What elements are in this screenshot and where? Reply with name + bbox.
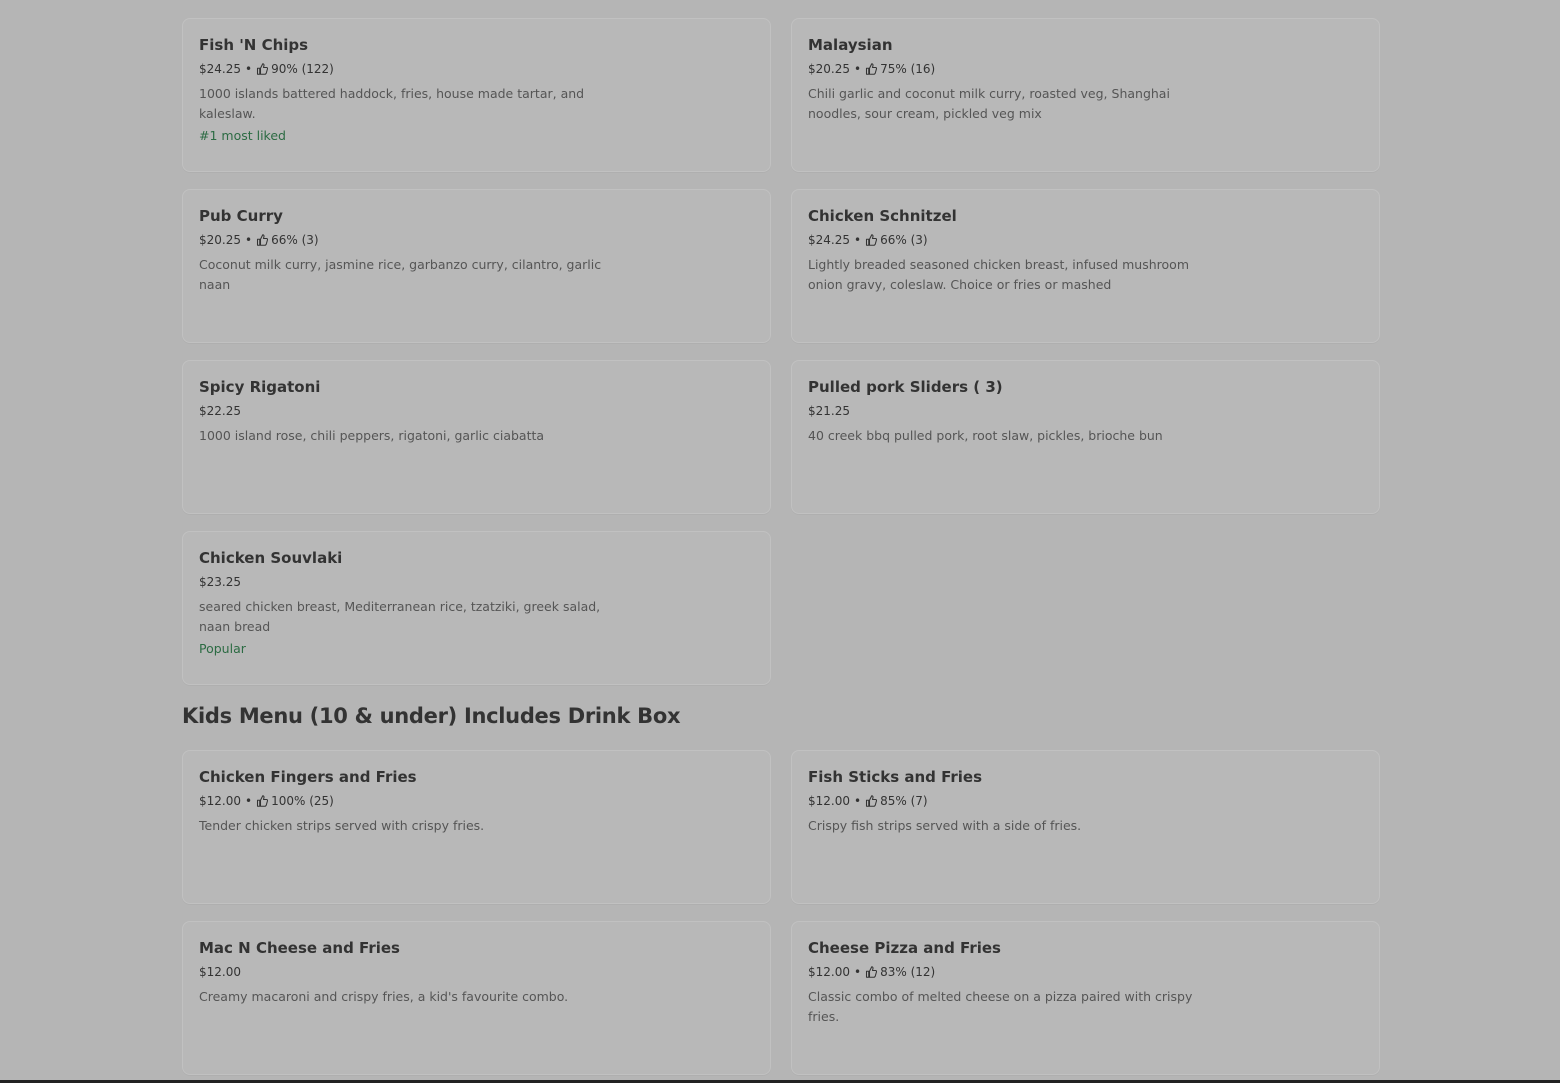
menu-item-meta: $12.00 • 85% (7)	[808, 793, 1363, 809]
menu-item-description: seared chicken breast, Mediterranean ric…	[199, 599, 601, 634]
menu-item-name: Fish Sticks and Fries	[808, 768, 983, 786]
menu-item-name: Pub Curry	[199, 207, 283, 225]
menu-item-price: $21.25	[808, 404, 850, 418]
menu-item-card[interactable]: Mac N Cheese and Fries $12.00 Creamy macar…	[182, 921, 771, 1075]
menu-item-card[interactable]: Pulled pork Sliders ( 3) $21.25 40 creek b…	[791, 360, 1380, 514]
menu-item-description: Chili garlic and coconut milk curry, roa…	[808, 86, 1170, 121]
thumbs-up-icon	[257, 234, 269, 246]
menu-item-price: $24.25	[199, 62, 241, 76]
menu-item-meta: $12.00 • 83% (12)	[808, 964, 1363, 980]
menu-item-price: $24.25	[808, 233, 850, 247]
menu-item-description: Coconut milk curry, jasmine rice, garban…	[199, 257, 602, 292]
separator-dot: •	[854, 965, 862, 979]
menu-item-meta: $21.25	[808, 403, 1363, 419]
menu-item-meta: $23.25	[199, 574, 754, 590]
menu-item-rating: 85% (7)	[880, 794, 928, 808]
menu-item-card[interactable]: Pub Curry $20.25 • 66% (3) Coconut milk curr…	[182, 189, 771, 343]
menu-item-badge: Popular	[199, 641, 246, 656]
menu-item-price: $23.25	[199, 575, 241, 589]
thumbs-up-icon	[257, 795, 269, 807]
menu-item-description: 40 creek bbq pulled pork, root slaw, pic…	[808, 428, 1163, 443]
menu-item-name: Spicy Rigatoni	[199, 378, 321, 396]
kids-menu-items-grid: Chicken Fingers and Fries $12.00 • 100% (25…	[182, 750, 1380, 1075]
thumbs-up-icon	[866, 63, 878, 75]
menu-item-name: Cheese Pizza and Fries	[808, 939, 1001, 957]
thumbs-up-icon	[866, 966, 878, 978]
menu-item-price: $20.25	[808, 62, 850, 76]
menu-item-meta: $12.00	[199, 964, 754, 980]
menu-item-price: $12.00	[808, 965, 850, 979]
menu-item-name: Chicken Schnitzel	[808, 207, 957, 225]
menu-items-grid: Fish 'N Chips $24.25 • 90% (122) 1000 island…	[182, 18, 1380, 685]
thumbs-up-icon	[866, 234, 878, 246]
menu-item-rating: 66% (3)	[271, 233, 319, 247]
menu-item-meta: $20.25 • 75% (16)	[808, 61, 1363, 77]
separator-dot: •	[245, 62, 253, 76]
section-title-kids-menu: Kids Menu (10 & under) Includes Drink Bo…	[182, 704, 681, 728]
menu-item-price: $20.25	[199, 233, 241, 247]
menu-item-meta: $24.25 • 90% (122)	[199, 61, 754, 77]
menu-item-meta: $24.25 • 66% (3)	[808, 232, 1363, 248]
menu-item-name: Fish 'N Chips	[199, 36, 309, 54]
menu-item-description: Creamy macaroni and crispy fries, a kid'…	[199, 989, 569, 1004]
menu-item-price: $12.00	[199, 794, 241, 808]
menu-item-rating: 75% (16)	[880, 62, 936, 76]
separator-dot: •	[854, 794, 862, 808]
menu-item-name: Chicken Souvlaki	[199, 549, 343, 567]
thumbs-up-icon	[866, 795, 878, 807]
menu-item-badge: #1 most liked	[199, 128, 286, 143]
menu-item-name: Chicken Fingers and Fries	[199, 768, 417, 786]
separator-dot: •	[854, 233, 862, 247]
menu-item-card[interactable]: Fish Sticks and Fries $12.00 • 85% (7) Crisp…	[791, 750, 1380, 904]
menu-item-card[interactable]: Cheese Pizza and Fries $12.00 • 83% (12) Cla…	[791, 921, 1380, 1075]
menu-item-description: 1000 island rose, chili peppers, rigaton…	[199, 428, 545, 443]
menu-item-rating: 66% (3)	[880, 233, 928, 247]
menu-item-rating: 90% (122)	[271, 62, 334, 76]
menu-item-description: Classic combo of melted cheese on a pizz…	[808, 989, 1193, 1024]
menu-item-price: $22.25	[199, 404, 241, 418]
menu-item-meta: $22.25	[199, 403, 754, 419]
menu-item-card[interactable]: Spicy Rigatoni $22.25 1000 island rose, ch…	[182, 360, 771, 514]
menu-item-name: Mac N Cheese and Fries	[199, 939, 400, 957]
separator-dot: •	[245, 794, 253, 808]
top-scroll-edge	[182, 0, 1380, 6]
menu-item-meta: $12.00 • 100% (25)	[199, 793, 754, 809]
menu-item-card[interactable]: Malaysian $20.25 • 75% (16) Chili garlic and…	[791, 18, 1380, 172]
menu-item-card[interactable]: Chicken Fingers and Fries $12.00 • 100% (25…	[182, 750, 771, 904]
menu-item-description: 1000 islands battered haddock, fries, ho…	[199, 86, 585, 121]
separator-dot: •	[854, 62, 862, 76]
menu-item-name: Pulled pork Sliders ( 3)	[808, 378, 1003, 396]
menu-item-description: Lightly breaded seasoned chicken breast,…	[808, 257, 1189, 292]
menu-item-price: $12.00	[808, 794, 850, 808]
separator-dot: •	[245, 233, 253, 247]
menu-item-description: Tender chicken strips served with crispy…	[199, 818, 485, 833]
menu-item-card[interactable]: Fish 'N Chips $24.25 • 90% (122) 1000 island…	[182, 18, 771, 172]
menu-item-meta: $20.25 • 66% (3)	[199, 232, 754, 248]
menu-item-card[interactable]: Chicken Schnitzel $24.25 • 66% (3) Lightly b…	[791, 189, 1380, 343]
menu-item-card[interactable]: Chicken Souvlaki $23.25 seared chicken bre…	[182, 531, 771, 685]
thumbs-up-icon	[257, 63, 269, 75]
menu-item-description: Crispy fish strips served with a side of…	[808, 818, 1082, 833]
menu-item-name: Malaysian	[808, 36, 893, 54]
menu-item-rating: 83% (12)	[880, 965, 936, 979]
menu-item-price: $12.00	[199, 965, 241, 979]
menu-item-rating: 100% (25)	[271, 794, 334, 808]
